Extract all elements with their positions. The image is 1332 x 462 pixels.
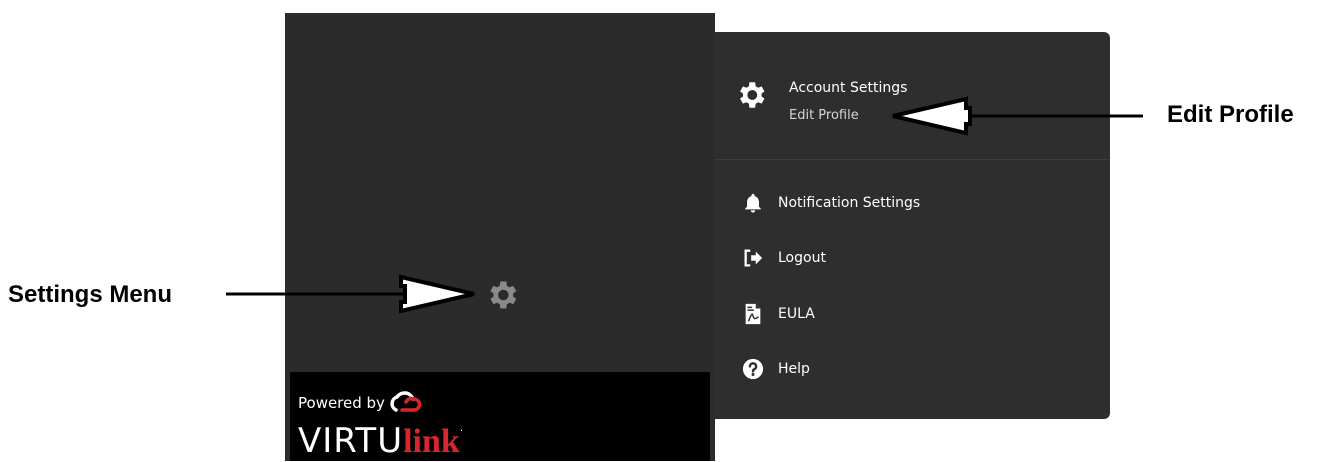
cloud-logo-icon bbox=[390, 391, 422, 412]
settings-menu-callout-label: Settings Menu bbox=[8, 281, 173, 308]
help-icon bbox=[742, 358, 764, 380]
wordmark-main: VIRTU bbox=[298, 421, 404, 461]
settings-menu: Account Settings Edit Profile Notificati… bbox=[714, 32, 1110, 419]
brand-footer: Powered by VIRTUlink· bbox=[290, 372, 710, 461]
menu-item-eula[interactable]: EULA bbox=[742, 299, 1082, 329]
account-settings-title: Account Settings bbox=[789, 80, 908, 96]
menu-item-help[interactable]: Help bbox=[742, 354, 1082, 384]
gear-icon bbox=[740, 82, 765, 108]
trademark-mark: · bbox=[459, 426, 464, 437]
menu-item-notification-settings[interactable]: Notification Settings bbox=[742, 188, 1082, 218]
menu-item-label: Logout bbox=[778, 250, 826, 266]
account-settings-header[interactable]: Account Settings Edit Profile bbox=[714, 32, 1110, 160]
powered-by-text: Powered by bbox=[298, 394, 385, 412]
logout-icon bbox=[744, 249, 763, 267]
menu-item-label: EULA bbox=[778, 306, 815, 322]
virtulink-wordmark: VIRTUlink· bbox=[298, 412, 464, 462]
menu-item-label: Notification Settings bbox=[778, 195, 921, 211]
edit-profile-link[interactable]: Edit Profile bbox=[789, 108, 859, 123]
menu-item-logout[interactable]: Logout bbox=[742, 243, 1082, 273]
wordmark-accent: link bbox=[403, 423, 460, 460]
menu-item-label: Help bbox=[778, 361, 810, 377]
bell-icon bbox=[745, 193, 761, 213]
edit-profile-callout-label: Edit Profile bbox=[1167, 101, 1294, 128]
document-icon bbox=[745, 303, 761, 325]
gear-icon[interactable] bbox=[484, 277, 520, 313]
